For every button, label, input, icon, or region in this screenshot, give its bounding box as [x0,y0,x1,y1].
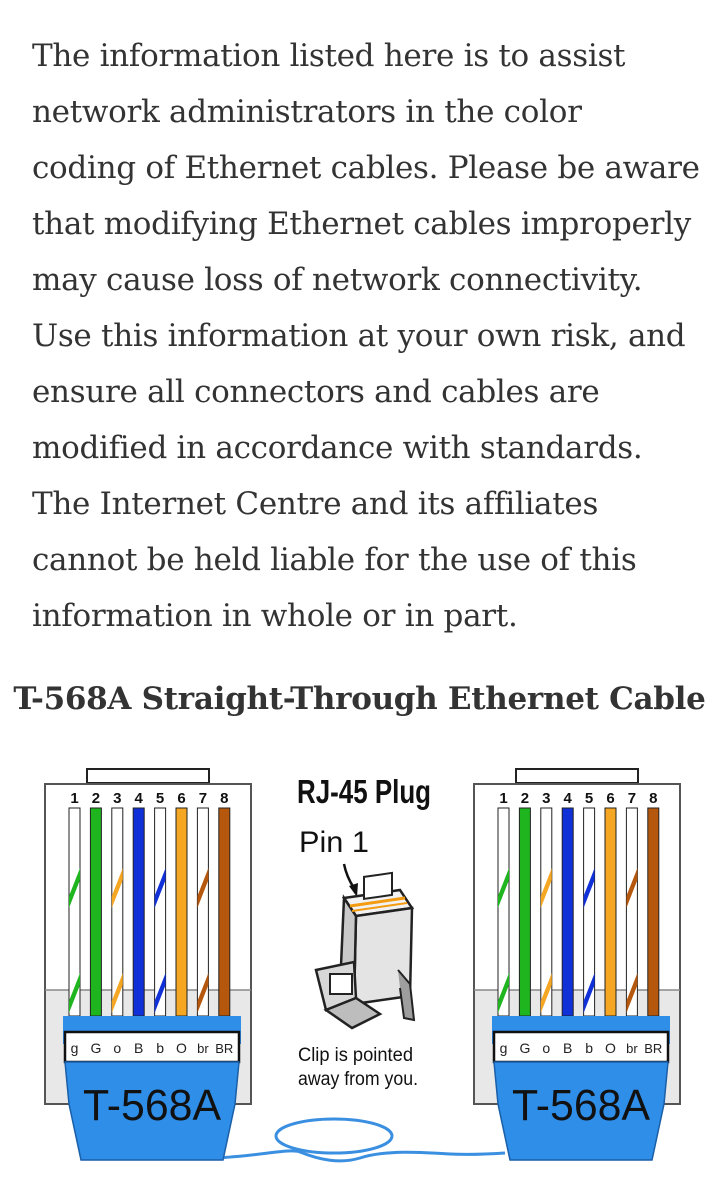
pin-number: 8 [649,790,657,807]
intro-line: network administrators in the color [32,94,582,130]
pin-number: 6 [177,790,185,807]
rj45-plug-illustration: RJ-45 Plug Pin 1 Clip is pointed away fr… [297,773,431,1090]
intro-line: Use this information at your own risk, a… [32,318,686,354]
ethernet-wiring-diagram: 1 2 3 4 5 6 7 8 g Go Bb Obr BR T-568A 12345678gGoBbOb… [0,748,719,1197]
wire-6 [604,807,617,1017]
pin-number: 5 [585,790,593,807]
wire-3 [540,807,553,1017]
wire-7 [196,807,209,1017]
clip-note-line-1: Clip is pointed [298,1045,413,1066]
wire-code: G [90,1040,101,1056]
plug-icon [314,871,416,1030]
wire-solid [561,807,574,1017]
pin-number: 3 [542,790,550,807]
wire-code: b [156,1040,164,1056]
pin-number: 3 [113,790,121,807]
pin-number: 1 [499,790,507,807]
pin-number: 6 [606,790,614,807]
latch-tab [515,768,639,784]
pin-number: 8 [220,790,228,807]
latch-tab [86,768,210,784]
plug-title: RJ-45 Plug [297,773,431,810]
wire-8 [218,807,231,1017]
wire-8 [647,807,660,1017]
wire-code: o [113,1040,121,1056]
intro-line: ensure all connectors and cables are [32,374,600,410]
intro-line: information in whole or in part. [32,598,518,634]
intro-line: coding of Ethernet cables. Please be awa… [32,150,700,186]
wire-solid [604,807,617,1017]
wire-1 [68,807,81,1017]
wire-5 [583,807,596,1017]
pin-arrow-icon [342,863,358,897]
wire-code: br [197,1041,209,1056]
wire-4 [561,807,574,1017]
intro-paragraph: The information listed here is to assist… [32,28,702,644]
wire-3 [111,807,124,1017]
diagram-heading: T-568A Straight-Through Ethernet Cable [13,681,706,717]
wire-solid [89,807,102,1017]
connector-label: T-568A [83,1081,222,1130]
pin-number: 4 [564,790,573,807]
diagram-svg: 1 2 3 4 5 6 7 8g Go Bb Obr BRT-568A 1 2 3 4 5 6 7 8g Go Bb Ob… [44,768,681,1163]
wire-code: G [519,1040,530,1056]
wire-solid [218,807,231,1017]
connector-label: T-568A [512,1081,651,1130]
wire-code: o [542,1040,550,1056]
pin-number: 7 [199,790,207,807]
pin-number: 7 [628,790,636,807]
wire-code: g [71,1040,79,1056]
wire-code: B [563,1040,572,1056]
wire-6 [175,807,188,1017]
intro-line: The Internet Centre and its affiliates [32,486,599,522]
pin-number: 5 [156,790,164,807]
wire-code: b [585,1040,593,1056]
intro-line: modified in accordance with standards. [32,430,643,466]
wire-2 [89,807,102,1017]
wire-code: O [176,1040,187,1056]
wire-code: br [626,1041,638,1056]
wire-code: B [134,1040,143,1056]
wire-solid [518,807,531,1017]
intro-line: may cause loss of network connectivity. [32,262,643,298]
intro-line: cannot be held liable for the use of thi… [32,542,637,578]
pin-number: 2 [521,790,529,807]
left-connector: 1 2 3 4 5 6 7 8 g Go Bb Obr BR T-568A [44,768,252,1161]
wire-5 [154,807,167,1017]
wire-solid [647,807,660,1017]
pin-number: 1 [70,790,78,807]
page: The information listed here is to assist… [0,0,719,1197]
cable-loop-ellipse [274,1117,394,1155]
pin-number: 2 [92,790,100,807]
wire-1 [497,807,510,1017]
wire-code: g [500,1040,508,1056]
pin-number: 4 [135,790,144,807]
wire-7 [625,807,638,1017]
intro-line: that modifying Ethernet cables improperl… [32,206,691,242]
clip-note-line-2: away from you. [298,1069,418,1090]
wire-2 [518,807,531,1017]
intro-line: The information listed here is to assist [32,38,626,74]
wire-solid [175,807,188,1017]
wire-code: O [605,1040,616,1056]
cable-loop [214,1117,506,1163]
wire-code: BR [215,1041,233,1056]
wire-solid [132,807,145,1017]
right-connector: 1 2 3 4 5 6 7 8 g Go Bb Obr BR T-568A [473,768,681,1161]
wire-4 [132,807,145,1017]
wire-code: BR [644,1041,662,1056]
pin-1-label: Pin 1 [299,826,369,859]
